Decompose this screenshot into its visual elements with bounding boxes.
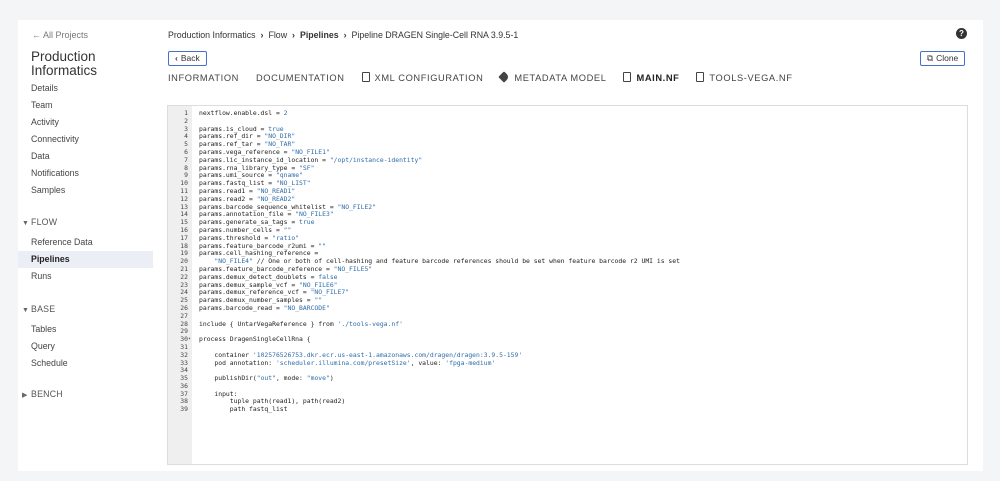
tab-label: MAIN.NF	[636, 73, 680, 83]
copy-icon: ⧉	[927, 53, 934, 63]
sidebar-item-activity[interactable]: Activity	[18, 114, 153, 131]
chevron-right-icon: ›	[292, 30, 295, 40]
tab-label: XML CONFIGURATION	[374, 73, 484, 83]
document-icon	[361, 72, 370, 82]
code-line: 28 include { UntarVegaReference } from '.…	[168, 319, 967, 329]
tab-information[interactable]: INFORMATION	[168, 73, 239, 83]
code-line: 36	[168, 382, 967, 391]
code-text: process DragenSingleCellRna {	[199, 335, 311, 344]
breadcrumb-item-pipelines[interactable]: Pipelines	[300, 30, 339, 40]
code-line: 39 path fastq_list	[168, 405, 967, 414]
code-line: 1 nextflow.enable.dsl = 2	[168, 109, 967, 118]
project-title: Production Informatics	[31, 49, 98, 78]
document-icon	[623, 72, 632, 82]
code-text: path fastq_list	[199, 405, 288, 414]
bench-section: ▶ BENCH	[18, 386, 153, 403]
tab-documentation[interactable]: DOCUMENTATION	[256, 73, 345, 83]
fold-toggle-icon[interactable]: ▾	[188, 336, 192, 344]
code-editor[interactable]: 1 nextflow.enable.dsl = 2 2 3 params.is_clou…	[167, 105, 968, 465]
back-button[interactable]: ‹ Back	[168, 51, 207, 66]
sidebar-nav: Details Team Activity Connectivity Data Notif…	[18, 80, 153, 199]
sidebar-item-details[interactable]: Details	[18, 80, 153, 97]
sidebar-item-samples[interactable]: Samples	[18, 182, 153, 199]
tab-tools-vega-nf[interactable]: TOOLS-VEGA.NF	[696, 72, 792, 83]
all-projects-link[interactable]: ← All Projects	[32, 30, 88, 40]
code-line: 35 publishDir("out", mode: "move")	[168, 374, 967, 383]
app-frame: ← All Projects Production Informatics De…	[18, 20, 983, 471]
sidebar-item-data[interactable]: Data	[18, 148, 153, 165]
tab-bar: INFORMATION DOCUMENTATION XML CONFIGURATIO…	[168, 71, 809, 88]
sidebar-item-connectivity[interactable]: Connectivity	[18, 131, 153, 148]
tab-label: TOOLS-VEGA.NF	[709, 73, 793, 83]
base-section-header[interactable]: ▼ BASE	[18, 301, 153, 318]
tab-xml-configuration[interactable]: XML CONFIGURATION	[361, 72, 484, 83]
tab-metadata-model[interactable]: METADATA MODEL	[498, 71, 607, 83]
breadcrumb-item-flow[interactable]: Flow	[268, 30, 287, 40]
chevron-down-icon: ▼	[22, 307, 30, 314]
sidebar-item-notifications[interactable]: Notifications	[18, 165, 153, 182]
chevron-right-icon: ›	[260, 30, 264, 40]
bench-section-header[interactable]: ▶ BENCH	[18, 386, 153, 403]
flow-section-header[interactable]: ▼ FLOW	[18, 214, 153, 231]
code-content: 1 nextflow.enable.dsl = 2 2 3 params.is_clou…	[168, 109, 967, 414]
chevron-right-icon: ▶	[22, 392, 28, 399]
code-text: params.barcode_read = "NO_BARCODE"	[199, 303, 330, 312]
tab-main-nf[interactable]: MAIN.NF	[623, 72, 679, 83]
help-icon[interactable]: ?	[956, 28, 967, 39]
flow-section: ▼ FLOW Reference Data Pipelines Runs	[18, 214, 153, 285]
sidebar-item-runs[interactable]: Runs	[18, 268, 153, 285]
sidebar-item-schedule[interactable]: Schedule	[18, 355, 153, 372]
chevron-right-icon: ›	[343, 30, 347, 40]
code-text: pod annotation: 'scheduler.illumina.com/…	[199, 358, 496, 367]
code-text: publishDir("out", mode: "move")	[199, 374, 334, 383]
code-text: nextflow.enable.dsl = 2	[199, 109, 288, 117]
clone-button[interactable]: ⧉ Clone	[920, 51, 966, 66]
document-icon	[696, 72, 705, 82]
code-text: include { UntarVegaReference } from './t…	[199, 319, 403, 328]
code-line: 33 pod annotation: 'scheduler.illumina.c…	[168, 358, 967, 368]
breadcrumb-item-pipeline-dragen-single-cell-rn: Pipeline DRAGEN Single-Cell RNA 3.9.5-1	[351, 30, 519, 40]
tab-label: DOCUMENTATION	[255, 73, 345, 83]
base-section: ▼ BASE Tables Query Schedule	[18, 301, 153, 372]
chevron-down-icon: ▼	[22, 220, 30, 227]
sidebar: ← All Projects Production Informatics De…	[18, 20, 153, 471]
sidebar-item-reference-data[interactable]: Reference Data	[18, 234, 153, 251]
tab-label: METADATA MODEL	[514, 73, 607, 83]
tab-label: INFORMATION	[168, 73, 239, 83]
tag-icon	[498, 71, 511, 83]
breadcrumb: Production Informatics › Flow › Pipelines › Pi…	[168, 30, 518, 40]
sidebar-item-query[interactable]: Query	[18, 338, 153, 355]
sidebar-item-tables[interactable]: Tables	[18, 321, 153, 338]
sidebar-item-pipelines[interactable]: Pipelines	[18, 251, 153, 268]
line-number: 39	[180, 405, 188, 414]
sidebar-item-team[interactable]: Team	[18, 97, 153, 114]
breadcrumb-item-production-informatics[interactable]: Production Informatics	[168, 30, 256, 40]
code-line: 26 params.barcode_read = "NO_BARCODE"	[168, 303, 967, 313]
code-line: 2	[168, 117, 967, 126]
chevron-left-icon: ‹	[175, 53, 178, 63]
code-line: 30 ▾ process DragenSingleCellRna {	[168, 335, 967, 344]
